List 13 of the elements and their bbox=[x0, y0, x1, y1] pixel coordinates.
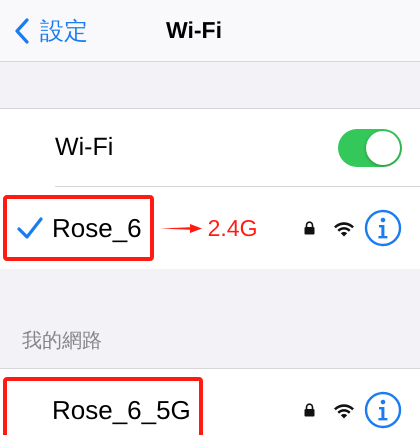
wifi-label: Wi-Fi bbox=[55, 133, 114, 162]
network-name[interactable]: Rose_6 bbox=[52, 212, 142, 244]
section-header: 我的網路 bbox=[22, 329, 102, 354]
network-name[interactable]: Rose_6_5G bbox=[52, 394, 191, 426]
info-button[interactable] bbox=[364, 209, 402, 247]
info-button[interactable] bbox=[364, 391, 402, 429]
wifi-signal-icon bbox=[333, 402, 355, 418]
nav-title: Wi-Fi bbox=[166, 17, 222, 44]
wifi-signal-icon bbox=[333, 220, 355, 236]
chevron-left-icon[interactable] bbox=[14, 18, 30, 44]
back-button[interactable]: 設定 bbox=[0, 14, 88, 46]
annotation-label: 2.4G bbox=[208, 214, 258, 242]
toggle-switch[interactable] bbox=[338, 128, 402, 166]
